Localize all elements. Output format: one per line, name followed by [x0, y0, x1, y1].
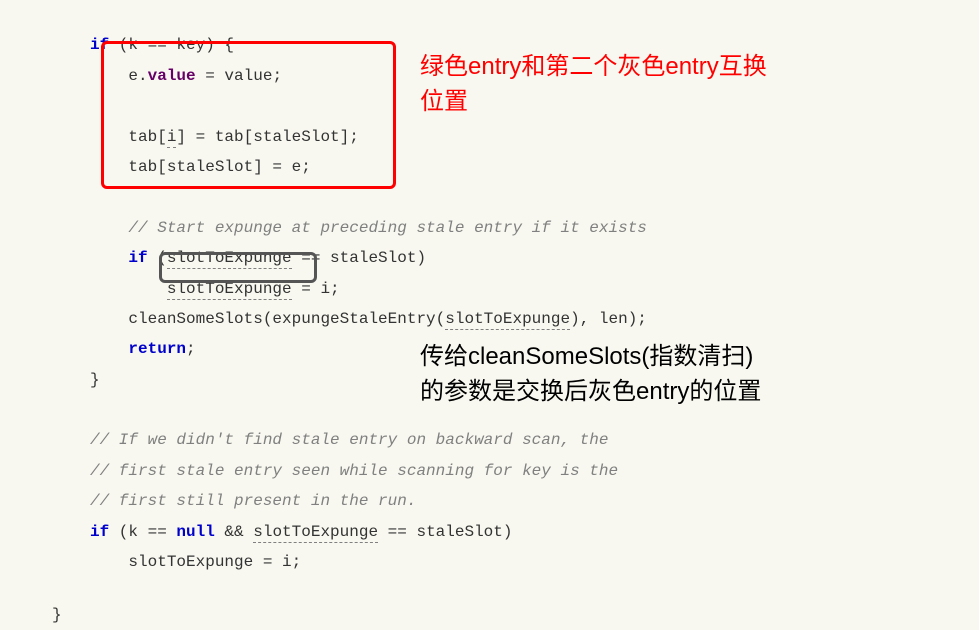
var-slotToExpunge: slotToExpunge — [167, 249, 292, 269]
keyword-return: return — [128, 340, 186, 358]
code-text: && — [215, 523, 253, 541]
code-text: tab[ — [128, 128, 166, 146]
code-text: == staleSlot) — [292, 249, 426, 267]
code-comment: // If we didn't find stale entry on back… — [90, 431, 608, 449]
annotation-line: 传给cleanSomeSlots(指数清扫) — [420, 343, 753, 370]
code-text: ( — [148, 249, 167, 267]
annotation-line: 的参数是交换后灰色entry的位置 — [420, 378, 761, 405]
code-text: cleanSomeSlots(expungeStaleEntry( — [128, 310, 445, 328]
var-slotToExpunge: slotToExpunge — [253, 523, 378, 543]
code-text: == staleSlot) — [378, 523, 512, 541]
keyword-if: if — [90, 523, 109, 541]
brace-close: } — [90, 371, 100, 389]
code-text: = value; — [196, 67, 282, 85]
code-comment: // first still present in the run. — [90, 492, 416, 510]
keyword-if: if — [90, 36, 109, 54]
keyword-null: null — [176, 523, 214, 541]
code-text: tab[staleSlot] = e; — [128, 158, 310, 176]
code-comment: // Start expunge at preceding stale entr… — [128, 219, 646, 237]
annotation-line: 位置 — [420, 88, 468, 115]
code-text: (k == key) { — [109, 36, 234, 54]
keyword-if: if — [128, 249, 147, 267]
code-text: ] = tab[staleSlot]; — [176, 128, 358, 146]
brace-close-outer: } — [52, 600, 62, 630]
var-i: i — [167, 128, 177, 148]
annotation-line: 绿色entry和第二个灰色entry互换 — [420, 53, 767, 80]
annotation-black: 传给cleanSomeSlots(指数清扫) 的参数是交换后灰色entry的位置 — [420, 340, 979, 410]
field-value: value — [148, 67, 196, 85]
code-text: = i; — [292, 280, 340, 298]
code-text: ; — [186, 340, 196, 358]
code-comment: // first stale entry seen while scanning… — [90, 462, 618, 480]
code-text: e. — [128, 67, 147, 85]
annotation-red: 绿色entry和第二个灰色entry互换 位置 — [420, 50, 979, 120]
var-slotToExpunge: slotToExpunge — [445, 310, 570, 330]
var-slotToExpunge: slotToExpunge — [167, 280, 292, 300]
code-text: ), len); — [570, 310, 647, 328]
code-text: (k == — [109, 523, 176, 541]
code-text: slotToExpunge = i; — [128, 553, 301, 571]
